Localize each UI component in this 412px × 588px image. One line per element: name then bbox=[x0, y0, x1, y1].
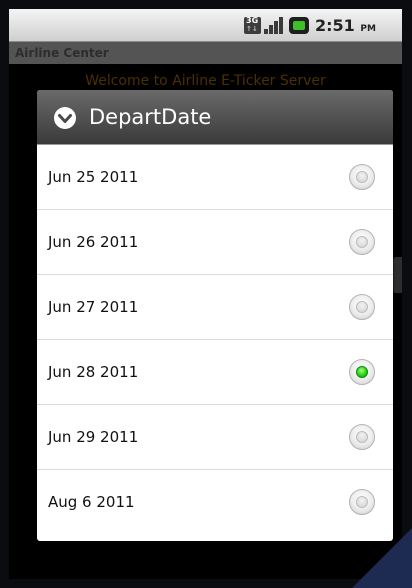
phone-screen: 3G ↑↓ 2:51 PM Airline Center Welcome to … bbox=[9, 9, 402, 579]
date-option[interactable]: Jun 29 2011 bbox=[37, 405, 393, 470]
date-option[interactable]: Aug 6 2011 bbox=[37, 470, 393, 534]
app-title-bar: Airline Center bbox=[9, 42, 402, 64]
battery-charging-icon bbox=[289, 17, 309, 34]
date-option-label: Jun 26 2011 bbox=[48, 233, 139, 251]
date-option-label: Aug 6 2011 bbox=[48, 493, 135, 511]
date-option-label: Jun 27 2011 bbox=[48, 298, 139, 316]
signal-bar bbox=[279, 17, 283, 34]
date-option[interactable]: Jun 27 2011 bbox=[37, 275, 393, 340]
date-option[interactable]: Jun 25 2011 bbox=[37, 145, 393, 210]
date-option[interactable]: Jun 28 2011 bbox=[37, 340, 393, 405]
date-option[interactable]: Jun 26 2011 bbox=[37, 210, 393, 275]
signal-bar bbox=[264, 29, 268, 34]
radio-button[interactable] bbox=[349, 229, 375, 255]
radio-button-selected[interactable] bbox=[349, 359, 375, 385]
clock-ampm: PM bbox=[360, 24, 376, 34]
depart-date-dialog: DepartDate Jun 25 2011 Jun 26 2011 Jun 2… bbox=[37, 90, 393, 541]
signal-icon bbox=[264, 17, 284, 34]
network-activity-arrows: ↑↓ bbox=[246, 25, 258, 33]
date-option-label: Jun 25 2011 bbox=[48, 168, 139, 186]
signal-bar bbox=[269, 25, 273, 34]
clock-time: 2:51 bbox=[315, 16, 355, 35]
network-type-label: 3G bbox=[246, 16, 259, 25]
date-options-list: Jun 25 2011 Jun 26 2011 Jun 27 2011 Jun … bbox=[37, 145, 393, 534]
corner-decoration bbox=[352, 528, 412, 588]
date-option-label: Jun 29 2011 bbox=[48, 428, 139, 446]
welcome-text: Welcome to Airline E-Ticker Server bbox=[85, 73, 326, 89]
radio-button[interactable] bbox=[349, 164, 375, 190]
dialog-header: DepartDate bbox=[37, 90, 393, 145]
dropdown-circle-icon bbox=[54, 107, 76, 129]
status-bar: 3G ↑↓ 2:51 PM bbox=[9, 9, 402, 42]
date-option-label: Jun 28 2011 bbox=[48, 363, 139, 381]
app-title: Airline Center bbox=[15, 46, 109, 60]
side-handle bbox=[393, 257, 402, 293]
dialog-title: DepartDate bbox=[89, 105, 212, 129]
status-time: 2:51 PM bbox=[315, 15, 376, 40]
radio-button[interactable] bbox=[349, 294, 375, 320]
3g-icon: 3G ↑↓ bbox=[244, 17, 261, 34]
battery-level bbox=[293, 21, 305, 30]
signal-bar bbox=[274, 21, 278, 34]
radio-button[interactable] bbox=[349, 489, 375, 515]
radio-button[interactable] bbox=[349, 424, 375, 450]
